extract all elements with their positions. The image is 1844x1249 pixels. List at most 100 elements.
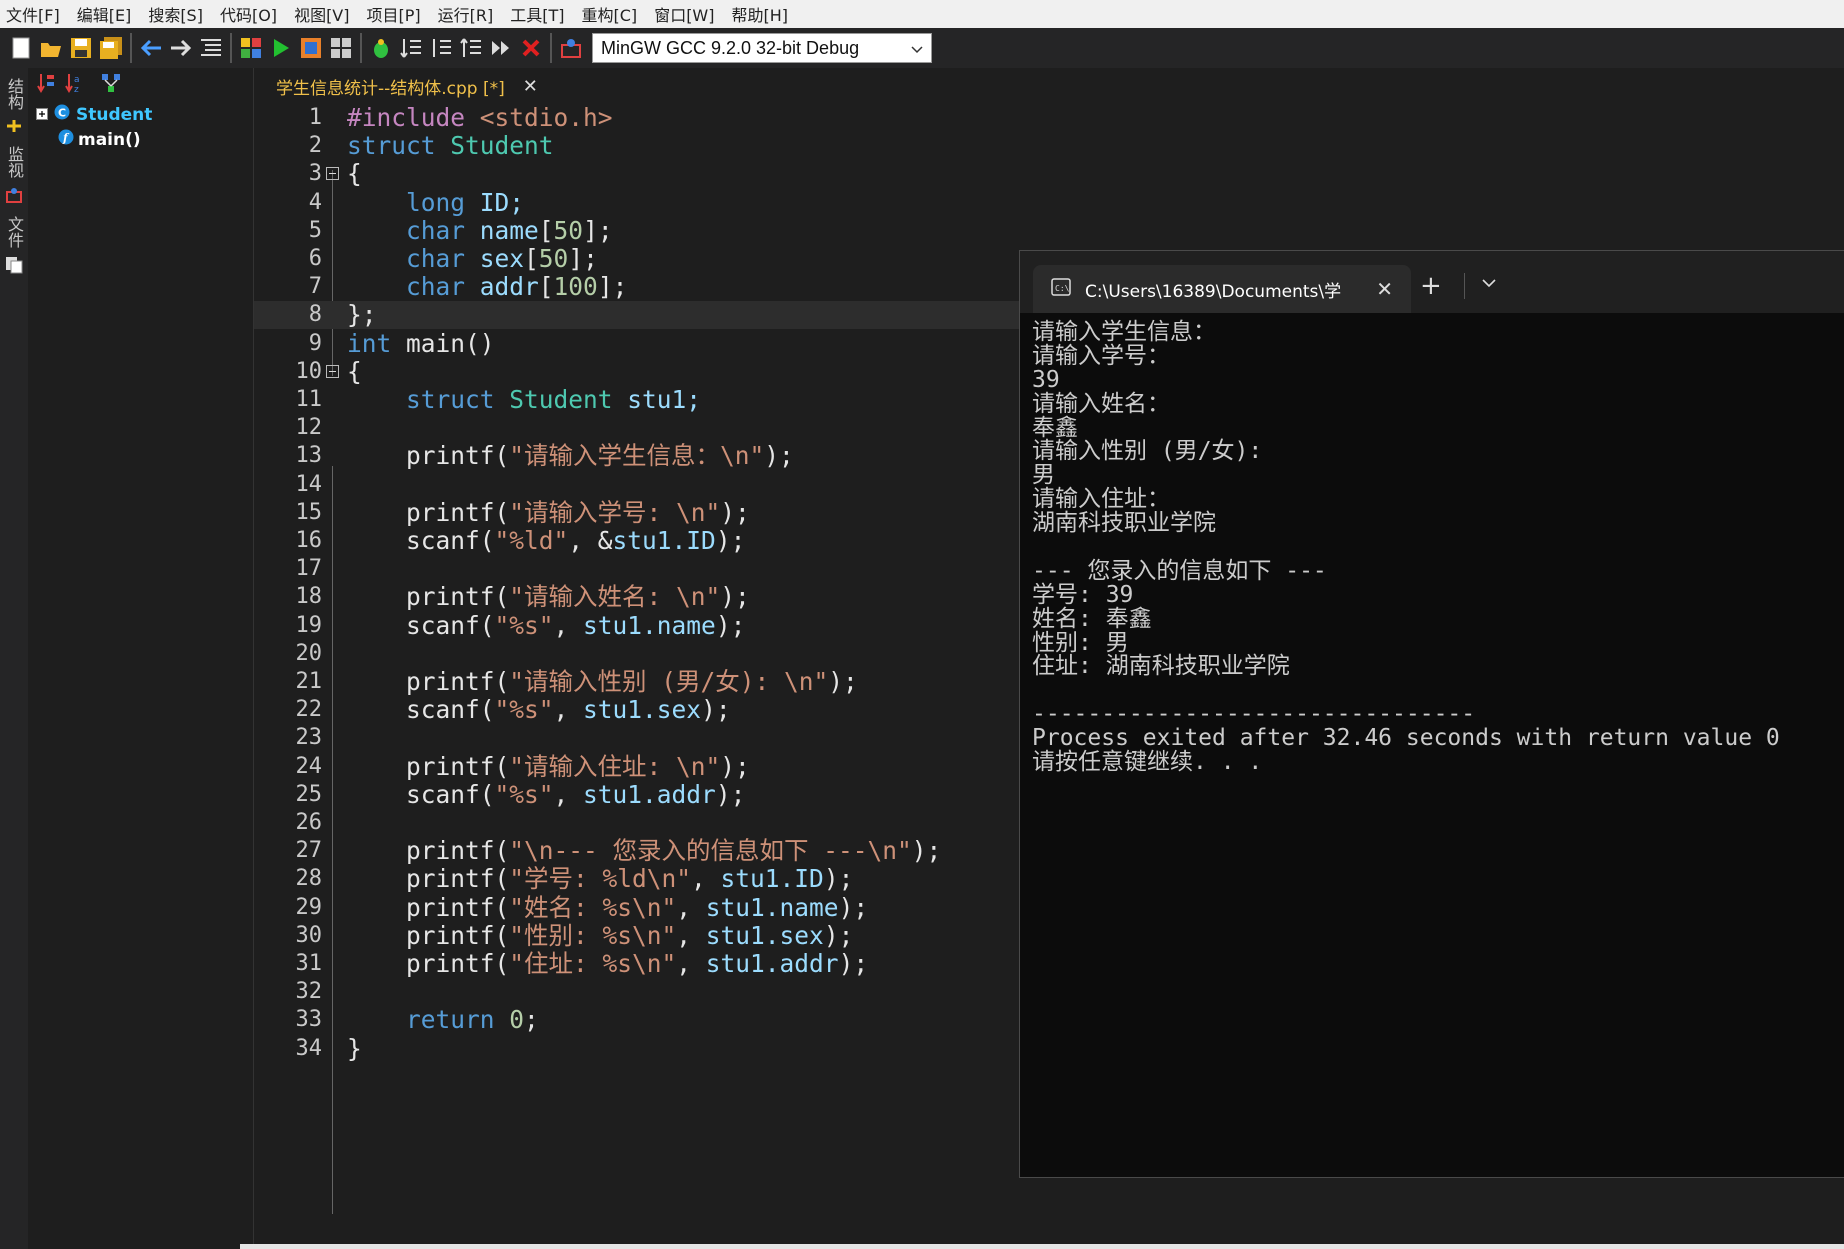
- forward-arrow-icon[interactable]: [168, 35, 194, 61]
- code-text: printf("请输入姓名: \n");: [347, 583, 750, 611]
- sort-alpha-icon[interactable]: az: [64, 72, 86, 98]
- run-icon[interactable]: [268, 35, 294, 61]
- close-icon[interactable]: ✕: [523, 76, 538, 97]
- show-inherited-icon[interactable]: [100, 72, 122, 98]
- menu-item[interactable]: 视图[V]: [288, 2, 360, 26]
- code-token: [: [524, 244, 539, 273]
- console-output[interactable]: 请输入学生信息： 请输入学号： 39 请输入姓名： 奉鑫 请输入性别 (男/女): 男请输入…: [1032, 320, 1844, 775]
- code-token: );: [715, 610, 746, 640]
- code-token: printf(: [347, 949, 510, 978]
- code-token: "学号: %ld\n": [509, 864, 692, 894]
- code-text: }: [347, 1034, 362, 1063]
- compiler-select-value: MinGW GCC 9.2.0 32-bit Debug: [601, 37, 860, 58]
- line-number: 33: [295, 1007, 323, 1033]
- code-text: printf("请输入性别 (男/女): \n");: [347, 668, 858, 696]
- console-tab[interactable]: C:\ C:\Users\16389\Documents\学 ✕: [1033, 265, 1411, 313]
- files-icon: [5, 256, 23, 278]
- expand-icon[interactable]: [36, 105, 48, 125]
- line-number: 27: [295, 838, 323, 864]
- tab-watch[interactable]: 监视: [2, 146, 26, 178]
- console-line: --------------------------------: [1032, 701, 1476, 728]
- debug-icon[interactable]: [368, 35, 394, 61]
- menu-item[interactable]: 编辑[E]: [71, 2, 143, 26]
- line-number: 4: [308, 189, 322, 215]
- rebuild-all-icon[interactable]: [328, 35, 354, 61]
- code-line[interactable]: 1 #include <stdio.h>: [254, 104, 1844, 132]
- code-text: scanf("%s", stu1.sex);: [347, 696, 731, 724]
- code-token: [: [538, 215, 554, 245]
- chevron-down-icon[interactable]: [1482, 273, 1496, 292]
- editor-tab-bar: 学生信息统计--结构体.cpp [*] ✕: [254, 68, 1844, 102]
- code-token: "姓名: %s\n": [509, 892, 677, 922]
- tab-files[interactable]: 文件: [2, 216, 26, 248]
- code-token: ,: [676, 949, 706, 978]
- code-token: );: [701, 695, 731, 725]
- code-token: stu1.ID: [612, 526, 716, 555]
- step-into-icon[interactable]: [428, 35, 454, 61]
- menu-item[interactable]: 帮助[H]: [726, 2, 800, 26]
- code-token: ,: [553, 610, 584, 640]
- code-line[interactable]: 3{: [254, 160, 1844, 188]
- fold-toggle-icon[interactable]: [326, 364, 339, 378]
- menu-item[interactable]: 重构[C]: [576, 2, 649, 26]
- code-token: ];: [583, 215, 613, 245]
- code-text: char addr[100];: [347, 273, 627, 301]
- code-text: {: [347, 160, 362, 188]
- console-line: 请输入住址：: [1032, 486, 1170, 513]
- sort-type-icon[interactable]: [36, 72, 56, 98]
- continue-icon[interactable]: [488, 35, 514, 61]
- line-number: 28: [295, 866, 323, 892]
- line-number: 18: [295, 584, 323, 610]
- menu-item[interactable]: 代码[O]: [214, 2, 288, 26]
- code-token: );: [838, 949, 869, 978]
- code-token: main(): [406, 328, 495, 358]
- code-token: scanf(: [347, 695, 495, 725]
- line-number: 14: [295, 471, 323, 497]
- close-icon[interactable]: ✕: [1376, 277, 1393, 301]
- menu-item[interactable]: 文件[F]: [0, 2, 71, 26]
- toolbar: MinGW GCC 9.2.0 32-bit Debug: [0, 28, 1844, 68]
- line-number: 6: [308, 246, 322, 271]
- code-token: );: [715, 779, 746, 809]
- menu-item[interactable]: 运行[R]: [432, 2, 505, 26]
- svg-text:C:\: C:\: [1055, 284, 1070, 293]
- tab-structure[interactable]: 结构: [2, 78, 26, 110]
- code-token: "%s": [494, 779, 554, 809]
- new-file-icon[interactable]: [8, 35, 34, 61]
- code-line[interactable]: 5 char name[50];: [254, 215, 1844, 245]
- console-line: 住址: 湖南科技职业学院: [1032, 653, 1290, 680]
- toolbar-separator: [230, 33, 232, 63]
- code-line[interactable]: 4 long ID;: [254, 188, 1844, 217]
- structure-icon: [5, 118, 23, 138]
- line-number: 21: [295, 669, 323, 694]
- indent-icon[interactable]: [198, 35, 224, 61]
- code-token: {: [347, 356, 362, 386]
- fold-toggle-icon[interactable]: [326, 167, 339, 181]
- console-line: 男: [1032, 462, 1055, 489]
- code-token: "%s": [494, 695, 554, 725]
- step-out-icon[interactable]: [458, 35, 484, 61]
- menu-item[interactable]: 窗口[W]: [648, 2, 725, 26]
- save-all-icon[interactable]: [98, 35, 124, 61]
- open-folder-icon[interactable]: [38, 35, 64, 61]
- editor-tab-title: 学生信息统计--结构体.cpp [*]: [276, 78, 505, 99]
- tree-item-student[interactable]: C Student: [28, 102, 253, 127]
- stop-icon[interactable]: [518, 35, 544, 61]
- code-token: ,: [676, 920, 706, 950]
- code-line[interactable]: 2 struct Student: [254, 132, 1844, 160]
- save-icon[interactable]: [68, 35, 94, 61]
- new-tab-button[interactable]: +: [1420, 271, 1442, 301]
- toolbar-separator: [550, 33, 552, 63]
- menu-item[interactable]: 项目[P]: [361, 2, 432, 26]
- step-over-icon[interactable]: [398, 35, 424, 61]
- menu-item[interactable]: 工具[T]: [504, 2, 575, 26]
- profile-icon[interactable]: [558, 35, 584, 61]
- editor-tab[interactable]: 学生信息统计--结构体.cpp [*] ✕: [266, 70, 548, 102]
- compile-icon[interactable]: [238, 35, 264, 61]
- line-number: 32: [295, 979, 323, 1005]
- back-arrow-icon[interactable]: [138, 35, 164, 61]
- compiler-select[interactable]: MinGW GCC 9.2.0 32-bit Debug: [592, 33, 932, 63]
- tree-item-main[interactable]: f main(): [28, 127, 253, 152]
- menu-item[interactable]: 搜索[S]: [142, 2, 214, 26]
- compile-run-icon[interactable]: [298, 35, 324, 61]
